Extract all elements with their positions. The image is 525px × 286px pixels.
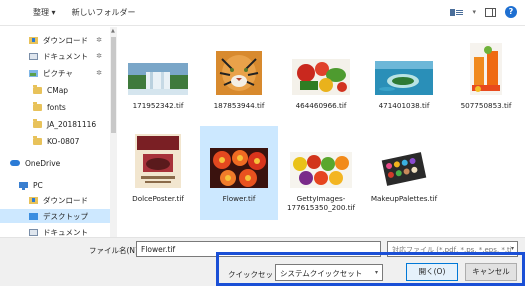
nav-item-label: デスクトップ [43,211,88,221]
file-tile[interactable]: 471401038.tif [365,33,443,127]
file-name: 171952342.tif [132,101,184,110]
nav-item-label: PC [33,180,43,190]
documents-icon [29,228,38,236]
new-folder-button[interactable]: 新しいフォルダー [72,7,136,18]
file-name: MakeupPalettes.tif [370,194,438,203]
file-tile[interactable]: GettyImages-177615350_200.tif [282,126,360,220]
nav-item-label: ドキュメント [43,227,88,237]
toolbar-right: ▾ ? [450,6,517,18]
file-name: 187853944.tif [213,101,265,110]
nav-item[interactable]: CMap [0,83,110,97]
folder-icon [33,101,42,111]
nav-scroll-thumb[interactable] [111,37,116,133]
nav-item-label: fonts [47,102,66,112]
nav-item-label: ピクチャ [43,68,73,78]
nav-item[interactable]: ドキュメント [0,225,110,237]
file-tile[interactable]: 464460966.tif [282,33,360,127]
folder-icon [33,84,42,94]
nav-item[interactable]: OneDrive [0,156,110,170]
file-name: 464460966.tif [295,101,347,110]
help-icon[interactable]: ? [505,6,517,18]
chevron-down-icon[interactable]: ▾ [472,8,476,16]
nav-item[interactable]: ドキュメント ✲ [0,49,110,63]
nav-item-label: ダウンロード [43,195,88,205]
file-thumbnail [380,150,428,190]
file-thumbnail [375,61,433,97]
toolbar: 整理 ▾ 新しいフォルダー ▾ ? [0,0,525,26]
file-name: Flower.tif [222,194,256,203]
preview-pane-icon[interactable] [485,7,496,17]
onedrive-cloud-icon [10,160,20,166]
nav-item-label: OneDrive [25,158,61,168]
bottom-bar: ファイル名(N): Flower.tif 対応ファイル (*.pdf, *.ps… [0,237,525,286]
pin-icon: ✲ [96,52,102,60]
folder-icon [33,135,42,145]
file-list: 171952342.tif 187853944.tif 464460966.tif 4… [118,27,525,237]
quickset-value: システムクイックセット [280,269,363,278]
open-button[interactable]: 開く(O) [406,263,458,281]
pin-icon: ✲ [96,36,102,44]
pc-icon [19,182,28,190]
chevron-down-icon: ▾ [374,269,378,276]
nav-item-label: ダウンロード [43,35,88,45]
file-name: 507750853.tif [460,101,512,110]
nav-item[interactable]: PC [0,178,110,192]
file-thumbnail [210,148,268,190]
nav-item-label: ドキュメント [43,51,88,61]
pin-icon: ✲ [96,69,102,77]
open-file-dialog: 整理 ▾ 新しいフォルダー ▾ ? ダウンロード ✲ ドキュメント ✲ ピクチャ ✲ CMa… [0,0,525,286]
nav-item[interactable]: ダウンロード [0,193,110,207]
nav-item[interactable]: ピクチャ ✲ [0,66,110,80]
file-tile[interactable]: 507750853.tif [447,33,525,127]
file-thumbnail [470,43,502,97]
file-thumbnail [128,63,188,97]
pictures-icon [29,69,38,77]
nav-item-label: JA_20181116 [47,119,97,129]
file-name: GettyImages-177615350_200.tif [286,194,356,212]
file-thumbnail [216,51,262,97]
quickset-select[interactable]: システムクイックセット ▾ [275,264,383,281]
navigation-pane: ダウンロード ✲ ドキュメント ✲ ピクチャ ✲ CMap fonts JA_20181116 K… [0,27,117,237]
desktop-icon [29,212,38,220]
file-name: 471401038.tif [378,101,430,110]
filename-label: ファイル名(N): [89,246,141,255]
file-tile[interactable]: MakeupPalettes.tif [365,126,443,220]
nav-item[interactable]: デスクトップ [0,209,110,223]
chevron-down-icon: ▾ [510,245,514,252]
cancel-button[interactable]: キャンセル [465,263,517,281]
nav-item[interactable]: fonts [0,100,110,114]
scroll-up-icon[interactable]: ▲ [111,28,115,34]
file-tile[interactable]: 171952342.tif [119,33,197,127]
folder-icon [33,118,42,128]
organize-button[interactable]: 整理 ▾ [33,7,56,18]
documents-icon [29,52,38,60]
file-tile[interactable]: DolcePoster.tif [119,126,197,220]
filetype-select[interactable]: 対応ファイル (*.pdf, *.ps, *.eps, *.ti ▾ [387,241,518,257]
file-thumbnail [292,59,350,97]
nav-item[interactable]: ダウンロード ✲ [0,33,110,47]
nav-item[interactable]: KO-0807 [0,134,110,148]
download-folder-icon [29,196,38,204]
file-tile[interactable]: 187853944.tif [200,33,278,127]
filename-input[interactable]: Flower.tif [136,241,381,257]
view-options-icon[interactable] [450,8,464,17]
file-tile[interactable]: Flower.tif [200,126,278,220]
filetype-value: 対応ファイル (*.pdf, *.ps, *.eps, *.ti [392,246,512,254]
file-thumbnail [135,134,181,190]
nav-item-label: CMap [47,85,69,95]
file-thumbnail [290,152,352,190]
nav-item[interactable]: JA_20181116 [0,117,110,131]
file-name: DolcePoster.tif [132,194,184,203]
nav-scrollbar[interactable]: ▲ [110,27,117,237]
nav-item-label: KO-0807 [47,136,80,146]
download-folder-icon [29,36,38,44]
